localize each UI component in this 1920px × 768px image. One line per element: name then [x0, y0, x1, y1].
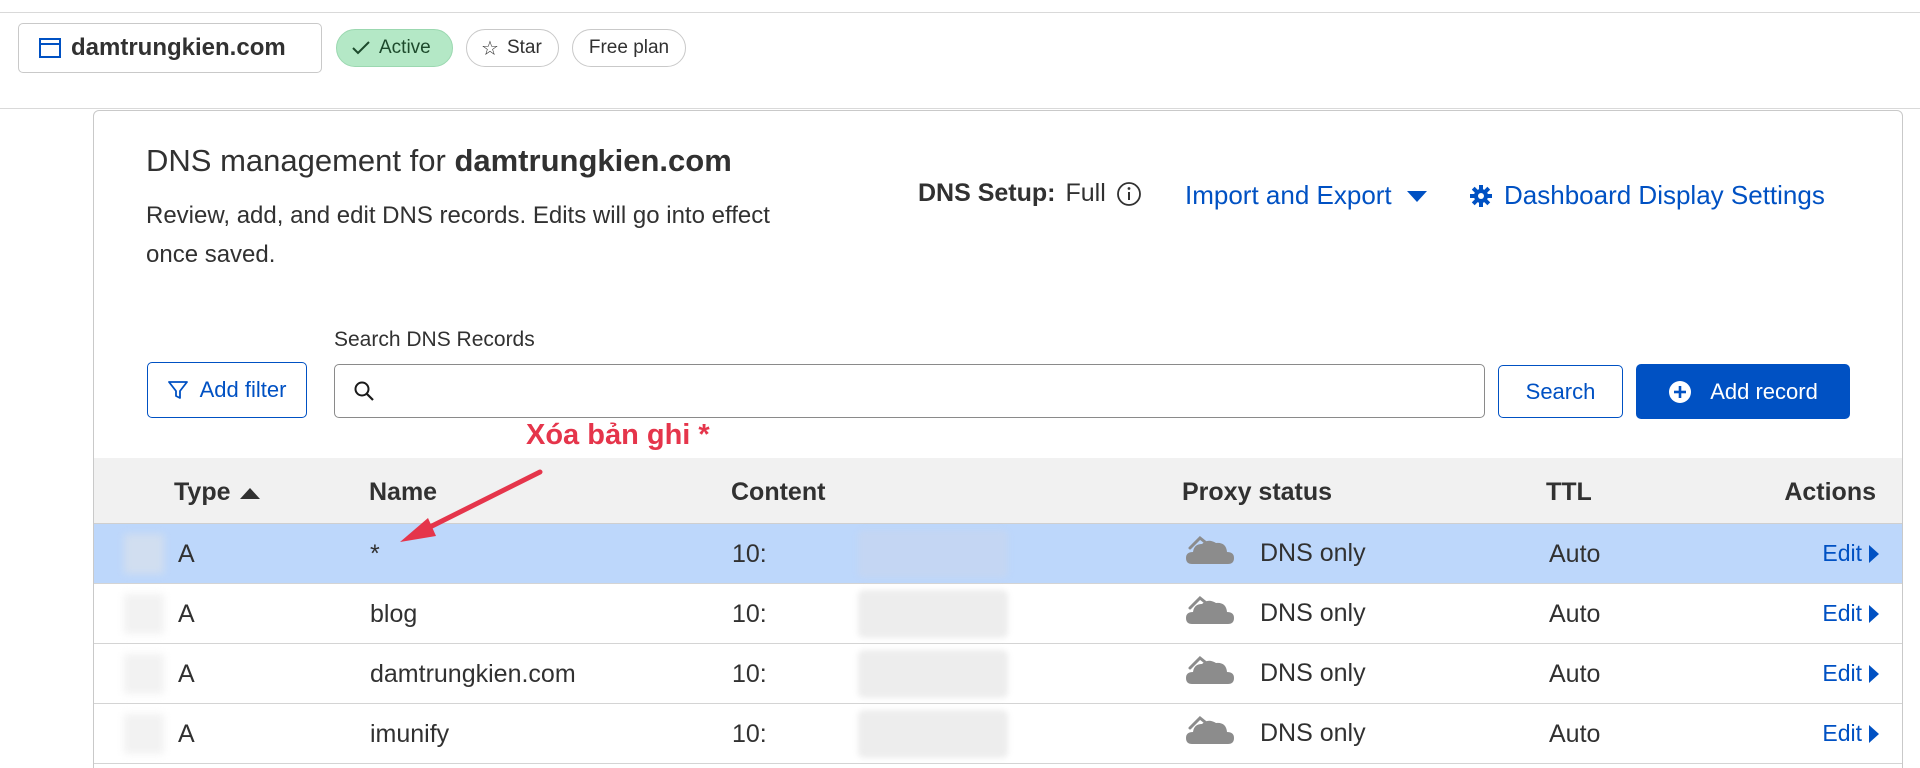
edit-button[interactable]: Edit — [1822, 720, 1880, 747]
proxy-status: DNS only — [1184, 654, 1366, 693]
dashboard-settings-label: Dashboard Display Settings — [1504, 180, 1825, 210]
plus-circle-icon — [1669, 380, 1692, 403]
redacted-content — [858, 590, 1008, 638]
star-icon: ☆ — [481, 37, 499, 60]
record-ttl: Auto — [1549, 660, 1601, 688]
edit-button[interactable]: Edit — [1822, 660, 1880, 687]
edit-button[interactable]: Edit — [1822, 600, 1880, 627]
record-type: A — [178, 540, 195, 568]
column-ttl[interactable]: TTL — [1546, 478, 1592, 507]
record-content: 10: — [732, 660, 767, 688]
search-input[interactable] — [387, 378, 1467, 404]
plan-label: Free plan — [588, 37, 670, 58]
dns-setup-value: Full — [1065, 179, 1106, 207]
cloud-dns-only-icon — [1184, 534, 1236, 573]
table-row[interactable]: Aimunify 10: DNS only Auto Edit — [94, 704, 1902, 764]
edit-label: Edit — [1822, 540, 1862, 566]
status-badge: Active — [336, 29, 453, 67]
column-content[interactable]: Content — [731, 478, 825, 507]
record-type: A — [178, 660, 195, 688]
proxy-status-label: DNS only — [1260, 659, 1366, 687]
status-label: Active — [379, 37, 431, 58]
add-filter-label: Add filter — [199, 377, 287, 402]
cloud-dns-only-icon — [1184, 654, 1236, 693]
star-button[interactable]: ☆ Star — [466, 29, 559, 67]
proxy-status-label: DNS only — [1260, 719, 1366, 747]
annotation-arrow — [400, 469, 543, 542]
record-ttl: Auto — [1549, 600, 1601, 628]
record-ttl: Auto — [1549, 540, 1601, 568]
cloud-dns-only-icon — [1184, 594, 1236, 633]
table-row[interactable]: Ablog 10: DNS only Auto Edit — [94, 584, 1902, 644]
column-proxy-status[interactable]: Proxy status — [1182, 478, 1332, 507]
zone-name: damtrungkien.com — [71, 34, 286, 61]
caret-down-icon — [1406, 190, 1427, 202]
page-description: Review, add, and edit DNS records. Edits… — [146, 202, 770, 268]
import-export-label: Import and Export — [1185, 180, 1392, 210]
table-header: Type Name Content Proxy status TTL Actio… — [94, 458, 1902, 524]
record-type: A — [178, 600, 195, 628]
redacted-content — [858, 530, 1008, 578]
record-ttl: Auto — [1549, 720, 1601, 748]
caret-right-icon — [1869, 724, 1879, 743]
column-actions: Actions — [1784, 478, 1876, 506]
edit-label: Edit — [1822, 600, 1862, 626]
search-icon — [354, 381, 374, 401]
search-label: Search DNS Records — [334, 328, 535, 351]
record-type: A — [178, 720, 195, 748]
title-domain: damtrungkien.com — [454, 143, 732, 178]
caret-right-icon — [1869, 544, 1879, 563]
page-title: DNS management for damtrungkien.com — [146, 143, 732, 179]
caret-right-icon — [1869, 664, 1879, 683]
add-record-label: Add record — [1710, 378, 1818, 404]
record-content: 10: — [732, 600, 767, 628]
proxy-status: DNS only — [1184, 534, 1366, 573]
edit-label: Edit — [1822, 720, 1862, 746]
search-field[interactable] — [334, 364, 1485, 418]
proxy-status-label: DNS only — [1260, 539, 1366, 567]
record-name: blog — [370, 600, 418, 628]
redacted-content — [858, 710, 1008, 758]
zone-selector[interactable]: damtrungkien.com — [18, 23, 322, 73]
row-checkbox[interactable] — [124, 594, 164, 634]
import-export-dropdown[interactable]: Import and Export — [1185, 180, 1428, 211]
search-button-label: Search — [1525, 378, 1596, 404]
table-row[interactable]: Adamtrungkien.com 10: DNS only Auto Edit — [94, 644, 1902, 704]
add-record-button[interactable]: Add record — [1636, 364, 1850, 419]
proxy-status-label: DNS only — [1260, 599, 1366, 627]
record-content: 10: — [732, 540, 767, 568]
proxy-status: DNS only — [1184, 594, 1366, 633]
column-type-label: Type — [174, 478, 231, 506]
cloud-dns-only-icon — [1184, 714, 1236, 753]
redacted-content — [858, 650, 1008, 698]
filter-icon — [167, 381, 188, 399]
record-content: 10: — [732, 720, 767, 748]
dns-setup-label: DNS Setup: — [918, 179, 1056, 207]
edit-button[interactable]: Edit — [1822, 540, 1880, 567]
edit-label: Edit — [1822, 660, 1862, 686]
dns-setup: DNS Setup: Full — [918, 179, 1142, 208]
table-row[interactable]: A * 10: DNS only Auto Edit — [94, 524, 1902, 584]
record-name: damtrungkien.com — [370, 660, 576, 688]
search-button[interactable]: Search — [1498, 365, 1623, 418]
plan-badge[interactable]: Free plan — [572, 29, 686, 67]
add-filter-button[interactable]: Add filter — [147, 362, 307, 418]
star-label: Star — [506, 37, 542, 58]
gear-icon — [1470, 184, 1492, 207]
record-name: imunify — [370, 720, 450, 748]
proxy-status: DNS only — [1184, 714, 1366, 753]
record-name: * — [370, 540, 380, 568]
annotation-label: Xóa bản ghi * — [526, 419, 710, 451]
sort-ascending-icon — [239, 487, 260, 499]
info-icon[interactable] — [1116, 181, 1142, 207]
column-type[interactable]: Type — [174, 478, 261, 507]
caret-right-icon — [1869, 604, 1879, 623]
check-icon — [352, 41, 370, 55]
browser-window-icon — [39, 38, 61, 58]
title-prefix: DNS management for — [146, 143, 446, 178]
row-checkbox[interactable] — [124, 534, 164, 574]
dashboard-display-settings[interactable]: Dashboard Display Settings — [1470, 180, 1825, 211]
row-checkbox[interactable] — [124, 654, 164, 694]
row-checkbox[interactable] — [124, 714, 164, 754]
